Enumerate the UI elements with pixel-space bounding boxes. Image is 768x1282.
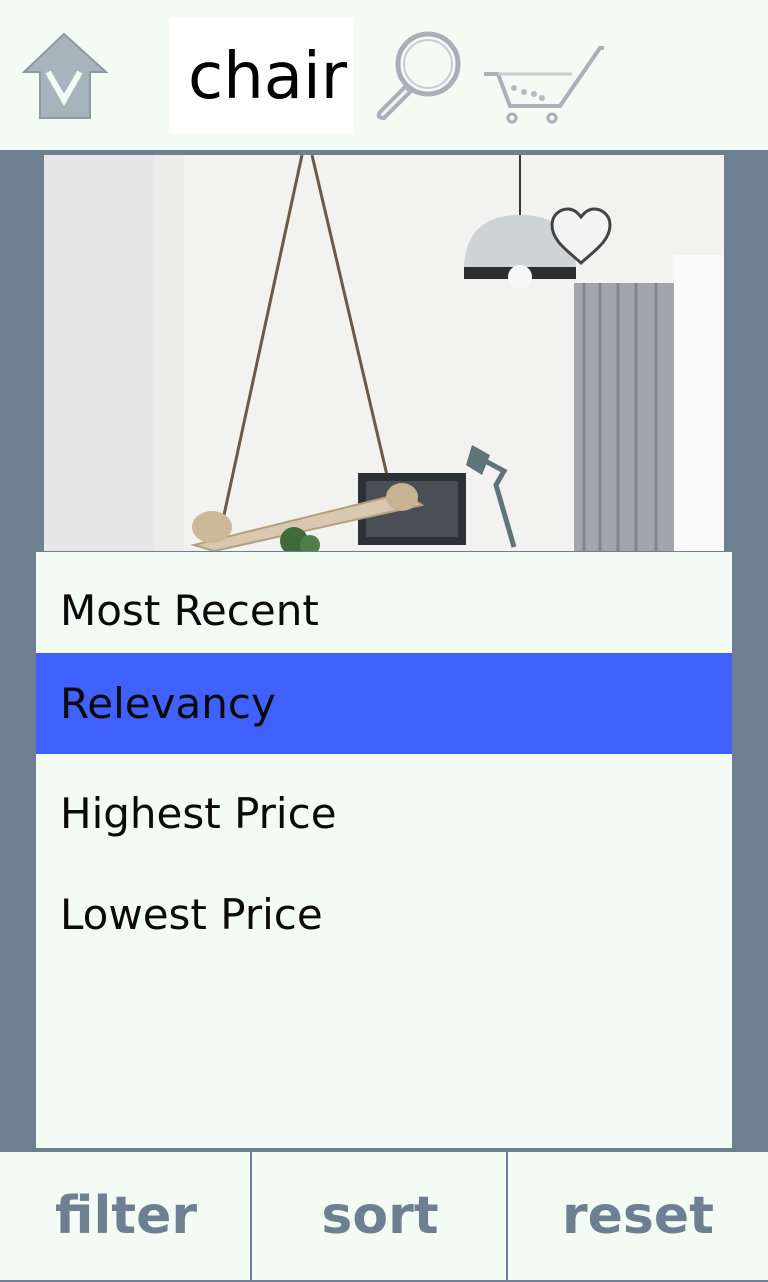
reset-button[interactable]: reset — [508, 1152, 768, 1280]
search-input[interactable]: chair — [169, 17, 353, 133]
search-query: chair — [188, 40, 348, 114]
magnifier-icon[interactable] — [370, 30, 466, 122]
sort-option-lowest-price[interactable]: Lowest Price — [36, 864, 732, 965]
sort-option-highest-price[interactable]: Highest Price — [36, 763, 732, 864]
product-photo — [44, 155, 724, 551]
top-bar: chair — [0, 0, 768, 150]
cart-icon[interactable] — [480, 44, 608, 124]
sort-option-most-recent[interactable]: Most Recent — [36, 560, 732, 661]
home-icon[interactable] — [18, 30, 110, 122]
filter-button[interactable]: filter — [0, 1152, 252, 1280]
sort-menu: Most Recent Relevancy Highest Price Lowe… — [36, 552, 732, 1148]
sort-button[interactable]: sort — [252, 1152, 508, 1280]
sort-option-relevancy[interactable]: Relevancy — [36, 653, 732, 754]
product-image[interactable] — [44, 155, 724, 551]
bottom-bar: filter sort reset — [0, 1150, 768, 1282]
heart-icon[interactable] — [548, 205, 614, 267]
